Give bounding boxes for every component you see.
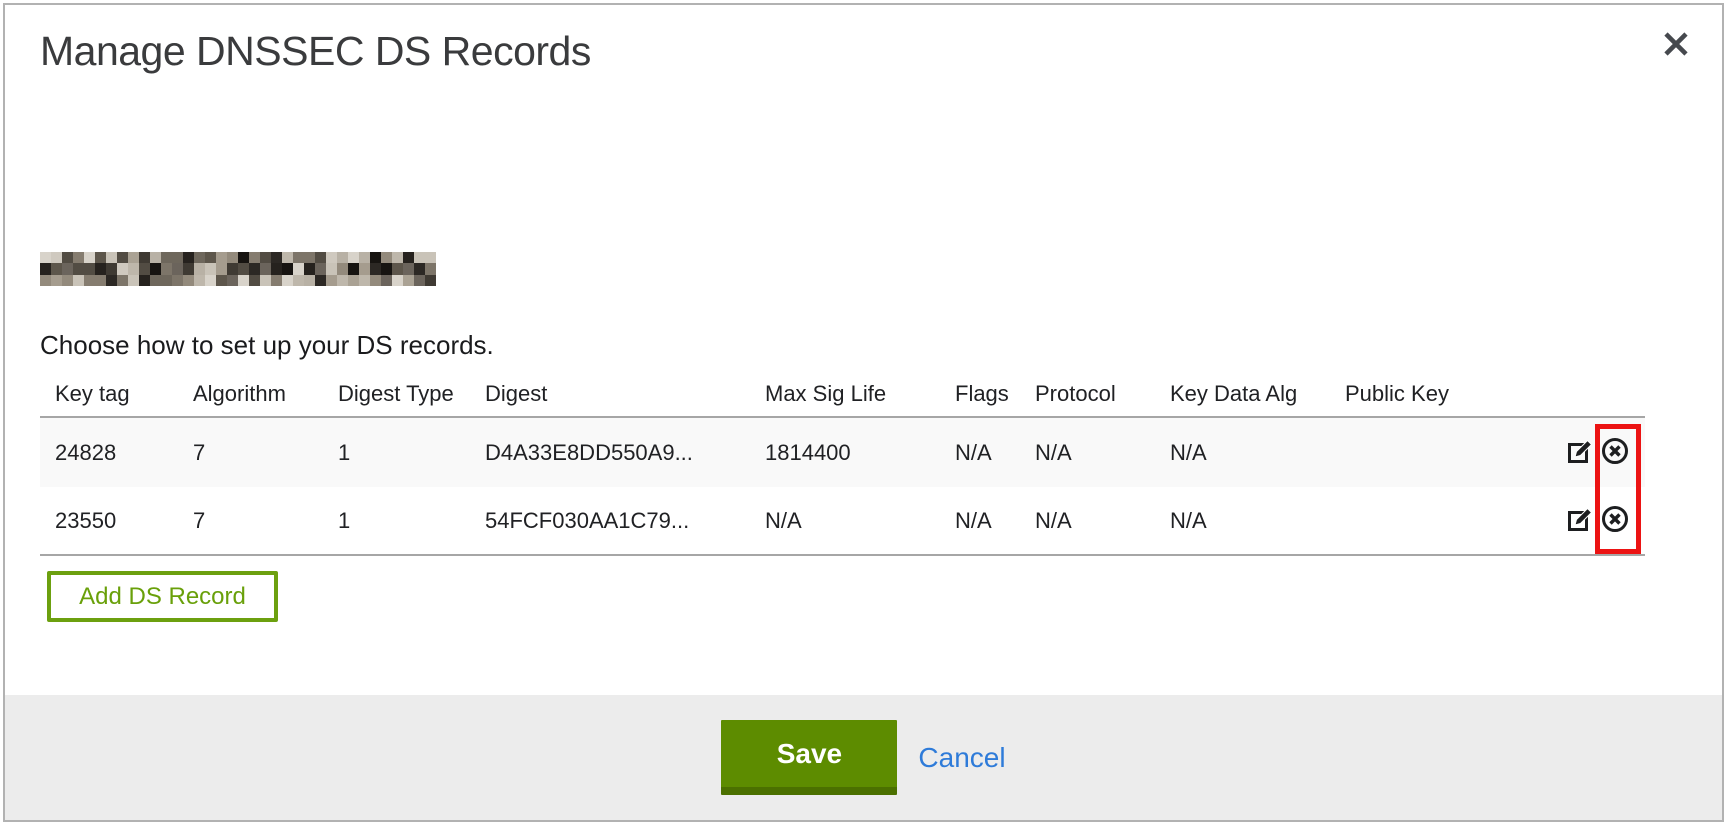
cell-digest-type: 1 (323, 440, 470, 466)
cell-algorithm: 7 (178, 508, 323, 534)
cell-key-tag: 23550 (40, 508, 178, 534)
column-header-key-data-alg: Key Data Alg (1155, 381, 1330, 407)
cell-key-tag: 24828 (40, 440, 178, 466)
column-header-digest-type: Digest Type (323, 381, 470, 407)
cancel-link[interactable]: Cancel (918, 742, 1005, 774)
delete-icon (1601, 505, 1629, 536)
column-header-max-sig-life: Max Sig Life (750, 381, 940, 407)
cell-max-sig-life: N/A (750, 508, 940, 534)
cell-max-sig-life: 1814400 (750, 440, 940, 466)
cell-digest: D4A33E8DD550A9... (470, 440, 750, 466)
column-header-algorithm: Algorithm (178, 381, 323, 407)
cell-key-data-alg: N/A (1155, 440, 1330, 466)
cell-protocol: N/A (1020, 508, 1155, 534)
screen: Manage DNSSEC DS Records Choose how to s… (0, 0, 1734, 830)
edit-icon (1567, 438, 1594, 468)
cell-digest: 54FCF030AA1C79... (470, 508, 750, 534)
cell-flags: N/A (940, 440, 1020, 466)
ds-records-table: Key tag Algorithm Digest Type Digest Max… (40, 372, 1645, 556)
edit-record-button[interactable] (1567, 438, 1594, 468)
cell-digest-type: 1 (323, 508, 470, 534)
table-row: 24828 7 1 D4A33E8DD550A9... 1814400 N/A … (40, 418, 1645, 487)
close-button[interactable] (1660, 30, 1692, 62)
save-button[interactable]: Save (721, 720, 897, 795)
add-ds-record-button[interactable]: Add DS Record (47, 571, 278, 622)
modal-footer: Save Cancel (5, 695, 1722, 820)
close-icon (1663, 31, 1689, 62)
table-header-row: Key tag Algorithm Digest Type Digest Max… (40, 372, 1645, 418)
edit-icon (1567, 506, 1594, 536)
page-title: Manage DNSSEC DS Records (40, 28, 591, 75)
column-header-protocol: Protocol (1020, 381, 1155, 407)
cell-algorithm: 7 (178, 440, 323, 466)
delete-record-button[interactable] (1601, 505, 1629, 536)
cell-flags: N/A (940, 508, 1020, 534)
domain-name-redacted (40, 252, 436, 286)
column-header-key-tag: Key tag (40, 381, 178, 407)
edit-record-button[interactable] (1567, 506, 1594, 536)
column-header-flags: Flags (940, 381, 1020, 407)
column-header-public-key: Public Key (1330, 381, 1545, 407)
cell-protocol: N/A (1020, 440, 1155, 466)
cell-key-data-alg: N/A (1155, 508, 1330, 534)
table-row: 23550 7 1 54FCF030AA1C79... N/A N/A N/A … (40, 487, 1645, 556)
delete-icon (1601, 437, 1629, 468)
delete-record-button[interactable] (1601, 437, 1629, 468)
column-header-digest: Digest (470, 381, 750, 407)
intro-text: Choose how to set up your DS records. (40, 330, 494, 361)
